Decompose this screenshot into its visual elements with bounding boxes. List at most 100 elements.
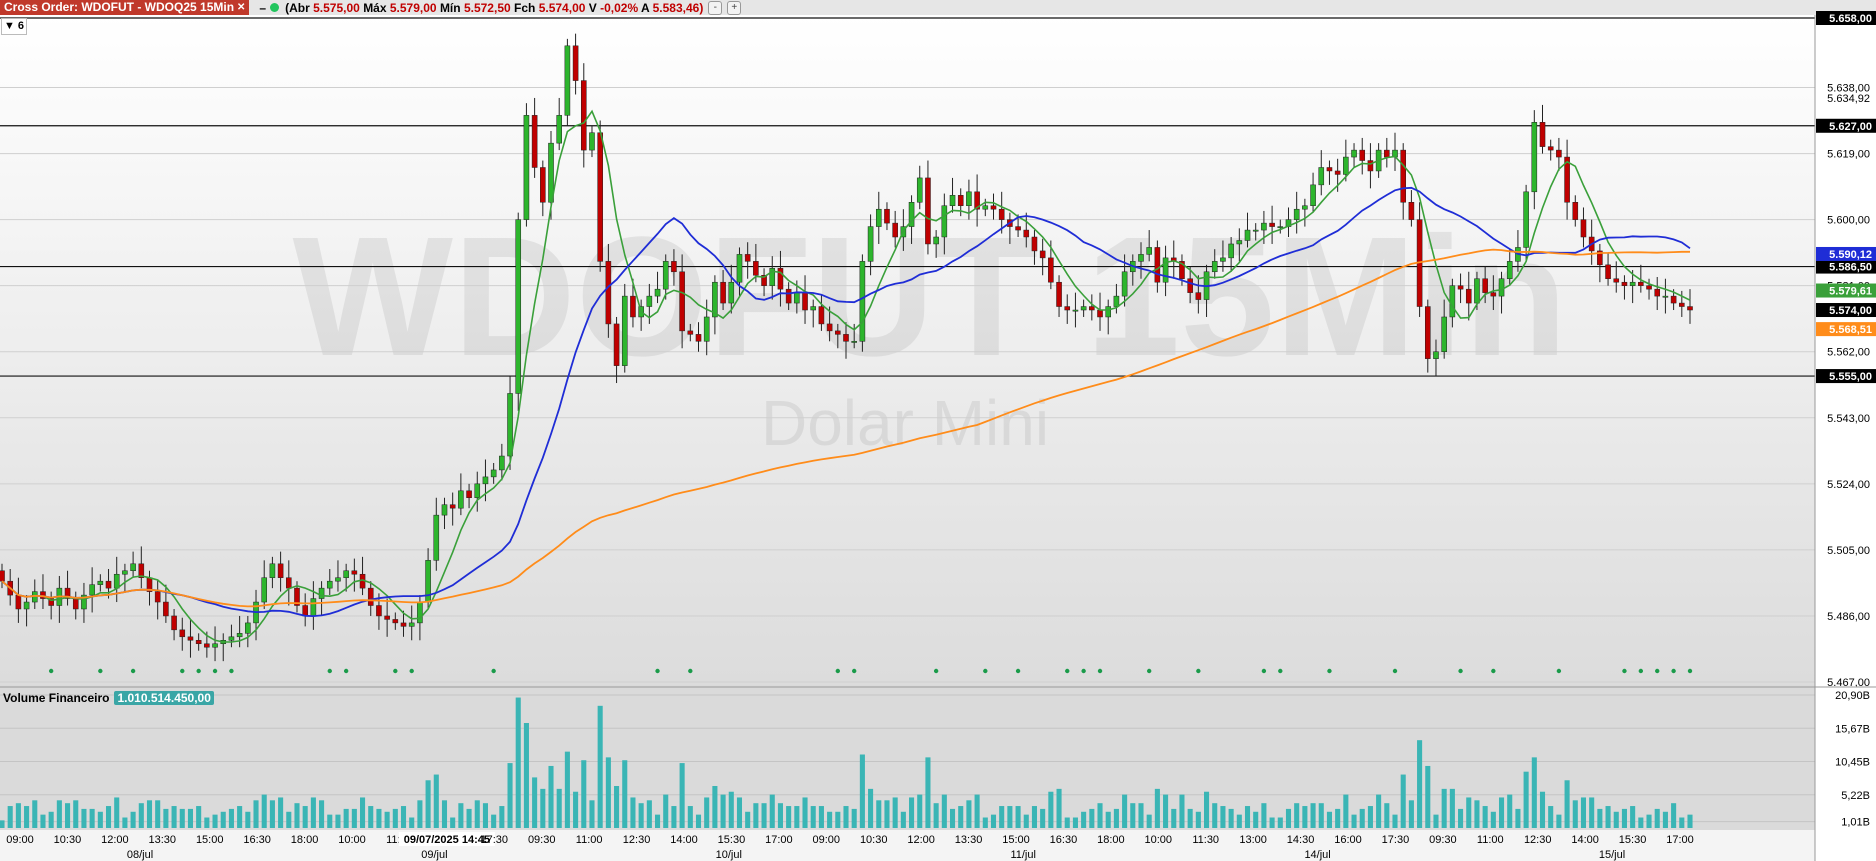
candle-body: [990, 205, 997, 210]
volume-bar: [827, 811, 833, 828]
price-chart[interactable]: WDOFUT 15Min Dolar Mini 5.638,005.619,00…: [0, 0, 1876, 861]
candle-body: [916, 177, 923, 203]
volume-bar: [1687, 814, 1693, 828]
volume-bar: [384, 811, 390, 828]
volume-bar: [105, 806, 112, 828]
volume-bar: [138, 803, 144, 828]
signal-dot: [1196, 668, 1201, 674]
add-indicator-button[interactable]: +: [727, 0, 742, 15]
volume-bar: [56, 800, 62, 828]
volume-bar: [1433, 814, 1439, 828]
candle-body: [97, 580, 104, 585]
candle-body: [1318, 167, 1325, 186]
volume-bar: [179, 808, 185, 828]
candle-body: [982, 205, 989, 210]
candle-body: [1531, 122, 1538, 193]
candle-body: [1031, 236, 1038, 252]
volume-bar: [228, 808, 234, 828]
volume-bar: [1392, 814, 1398, 828]
candle-body: [1056, 281, 1062, 307]
price-tag-label: 5.555,00: [1829, 371, 1872, 383]
time-tick-label: 12:00: [101, 834, 129, 846]
time-tick-label: 15:30: [718, 834, 746, 846]
ohlc-readout: (Abr 5.575,00 Máx 5.579,00 Mín 5.572,50 …: [285, 1, 703, 15]
signal-dot: [851, 668, 857, 674]
volume-bar: [597, 705, 603, 828]
time-tick-label: 09:30: [1429, 834, 1457, 846]
signal-dot: [1655, 668, 1660, 674]
signal-dot: [1638, 668, 1644, 674]
candle-body: [785, 288, 792, 304]
candle-body: [466, 490, 472, 498]
volume-bar: [1523, 771, 1529, 828]
collapse-indicator-button[interactable]: -: [708, 0, 723, 15]
candle-body: [458, 490, 464, 509]
volume-bar: [515, 697, 521, 828]
candle-body: [540, 167, 546, 203]
date-tick-label: 09/jul: [421, 849, 447, 861]
volume-bar: [736, 797, 743, 828]
time-tick-label: 10:00: [338, 834, 366, 846]
time-tick-label: 12:30: [623, 834, 651, 846]
volume-bar: [482, 803, 488, 828]
candle-body: [556, 115, 562, 144]
volume-bar: [1400, 774, 1406, 828]
volume-bar: [974, 794, 980, 828]
volume-bar: [1195, 811, 1201, 828]
volume-bar: [294, 803, 300, 828]
volume-bar: [1417, 740, 1423, 828]
candle-body: [753, 261, 759, 276]
candle-body: [1113, 295, 1120, 307]
candle-body: [15, 594, 22, 610]
candle-body: [122, 570, 128, 575]
price-tick-label: 5.486,00: [1827, 611, 1870, 623]
volume-bar: [1064, 817, 1070, 828]
candle-body: [236, 633, 243, 638]
volume-bar: [1212, 803, 1218, 828]
volume-bar: [851, 808, 857, 828]
volume-bar: [745, 811, 751, 828]
signal-dot: [229, 668, 234, 674]
candle-body: [1064, 306, 1071, 311]
volume-bar: [343, 808, 349, 828]
volume-bar: [1474, 800, 1480, 828]
volume-bar: [441, 800, 448, 828]
ohlc-close-label: Fch: [514, 0, 536, 15]
candle-body: [1023, 229, 1030, 238]
candle-body: [195, 640, 202, 645]
candle-body: [818, 306, 825, 325]
candle-body: [1498, 278, 1505, 297]
candle-body: [851, 341, 857, 343]
volume-bar: [48, 811, 54, 828]
candle-body: [408, 622, 415, 627]
price-tick-label: 5.543,00: [1827, 413, 1870, 425]
volume-bar: [73, 800, 79, 828]
close-icon[interactable]: ✕: [237, 0, 245, 15]
candle-body: [1343, 156, 1349, 175]
volume-bar: [1548, 806, 1554, 828]
time-tick-label: 17:30: [481, 834, 509, 846]
time-tick-label: 15:30: [1619, 834, 1647, 846]
volume-bar: [1449, 788, 1455, 828]
volume-bar: [1154, 788, 1160, 828]
candle-body: [843, 334, 849, 342]
volume-bar: [7, 806, 13, 828]
volume-bar: [1654, 808, 1660, 828]
panel-collapse-button[interactable]: ▼ 6: [1, 18, 27, 35]
cross-order-badge[interactable]: Cross Order: WDOFUT - WDOQ25 15Min ✕: [0, 0, 250, 15]
candle-body: [286, 577, 292, 589]
volume-bar: [1310, 803, 1316, 828]
volume-bar: [1204, 791, 1210, 828]
date-tick-label: 08/jul: [127, 849, 153, 861]
cross-order-label: Cross Order: WDOFUT - WDOQ25 15Min: [4, 0, 235, 14]
volume-bar: [638, 803, 644, 828]
signal-dot: [1278, 668, 1283, 674]
volume-panel-header: Volume Financeiro 1.010.514.450,00: [3, 691, 214, 705]
volume-bar: [1605, 806, 1611, 828]
candle-body: [1629, 281, 1636, 286]
candle-body: [597, 132, 603, 262]
volume-bar: [1515, 808, 1521, 828]
candle-body: [343, 570, 349, 578]
candle-body: [302, 605, 308, 617]
volume-bar: [1564, 780, 1570, 828]
